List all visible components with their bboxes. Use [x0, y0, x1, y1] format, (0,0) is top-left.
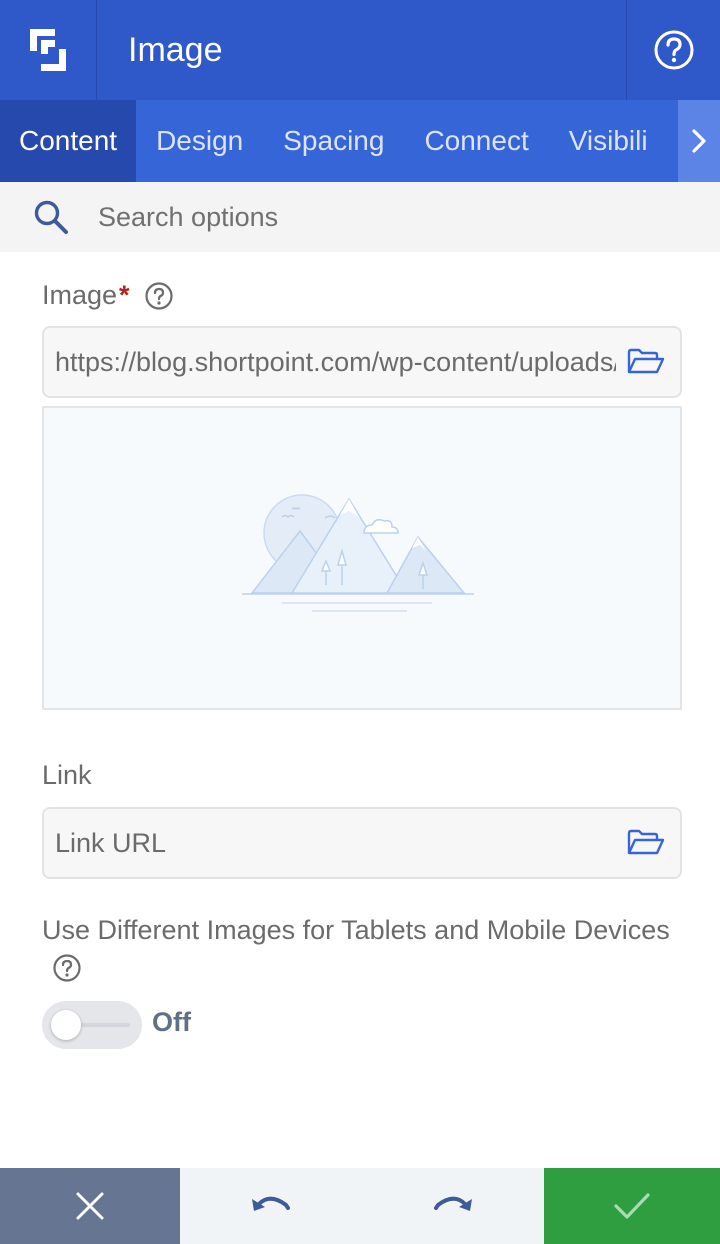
tab-connect[interactable]: Connect [404, 100, 548, 182]
help-circle-icon[interactable] [52, 953, 82, 983]
link-url-field[interactable]: Link URL [42, 807, 682, 879]
help-circle-icon [654, 30, 693, 70]
action-bar [0, 1168, 720, 1244]
cancel-button[interactable] [0, 1168, 180, 1244]
shortpoint-logo-icon [30, 29, 66, 71]
image-url-field[interactable]: https://blog.shortpoint.com/wp-content/u… [42, 326, 682, 398]
check-icon [614, 1193, 650, 1219]
responsive-images-toggle[interactable] [42, 1001, 142, 1049]
responsive-images-label: Use Different Images for Tablets and Mob… [42, 910, 682, 990]
image-url-value[interactable]: https://blog.shortpoint.com/wp-content/u… [44, 347, 616, 378]
tab-design[interactable]: Design [136, 100, 263, 182]
responsive-images-text: Use Different Images for Tablets and Mob… [42, 915, 670, 945]
tab-visibility[interactable]: Visibili [549, 100, 668, 182]
required-marker: * [119, 280, 130, 310]
link-field-label: Link [42, 760, 92, 790]
help-circle-icon[interactable] [144, 281, 174, 311]
logo[interactable] [0, 0, 97, 100]
link-url-placeholder[interactable]: Link URL [44, 828, 616, 859]
image-label-text: Image [42, 280, 118, 310]
folder-open-icon[interactable] [626, 828, 666, 858]
image-preview[interactable] [42, 406, 682, 710]
toggle-knob [51, 1010, 81, 1040]
panel-header: Image [0, 0, 720, 100]
toggle-track [80, 1023, 130, 1027]
search-bar [0, 182, 720, 252]
redo-icon [434, 1196, 472, 1211]
help-button[interactable] [626, 0, 720, 100]
tab-content[interactable]: Content [0, 100, 137, 182]
save-button[interactable] [544, 1168, 720, 1244]
panel-title: Image [128, 30, 223, 69]
toggle-state-label: Off [152, 1007, 191, 1037]
chevron-right-icon [692, 129, 706, 153]
tab-bar: Content Design Spacing Connect Visibili [0, 100, 720, 182]
undo-button[interactable] [180, 1168, 362, 1244]
tabs-scroll-right-button[interactable] [678, 100, 720, 182]
redo-button[interactable] [362, 1168, 544, 1244]
image-placeholder-icon [242, 494, 474, 612]
search-icon [34, 200, 68, 234]
tab-spacing[interactable]: Spacing [263, 100, 404, 182]
image-field-label: Image * [42, 280, 174, 311]
search-input[interactable] [98, 201, 658, 233]
folder-open-icon[interactable] [626, 347, 666, 377]
close-icon [76, 1192, 104, 1220]
undo-icon [252, 1196, 290, 1211]
